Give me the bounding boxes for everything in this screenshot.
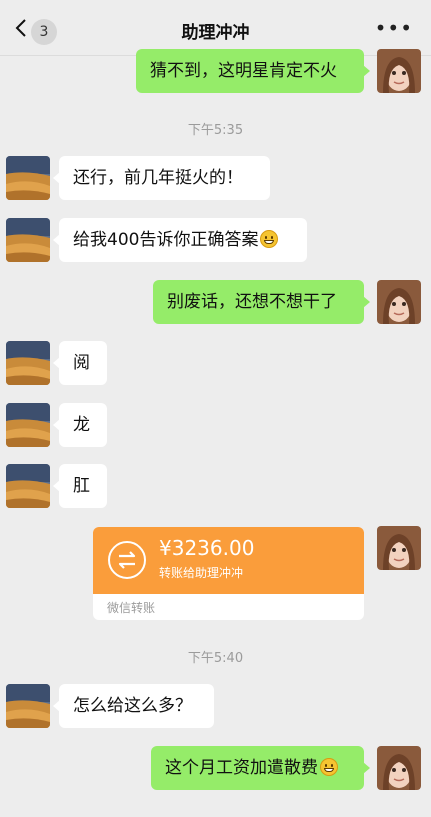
my-avatar[interactable] [377,526,421,570]
contact-avatar[interactable] [6,684,50,728]
message-text: 别废话，还想不想干了 [167,292,337,312]
contact-avatar[interactable] [6,403,50,447]
chat-title: 助理冲冲 [181,23,250,43]
grin-emoji-icon [260,230,279,248]
contact-avatar[interactable] [6,464,50,508]
message-text: 阅 [73,353,90,373]
message-bubble-received[interactable]: 还行，前几年挺火的！ [53,156,270,200]
contact-avatar[interactable] [6,218,50,262]
my-avatar[interactable] [377,746,421,790]
chat-header: 3 助理冲冲 ••• [0,0,431,56]
my-avatar[interactable] [377,280,421,324]
message-text: 给我400告诉你正确答案 [73,230,259,250]
money-transfer-card[interactable]: ¥3236.00 转账给助理冲冲 微信转账 [93,527,364,620]
message-bubble-sent[interactable]: 这个月工资加遣散费 [151,746,370,790]
message-text: 这个月工资加遣散费 [165,758,318,778]
message-bubble-received[interactable]: 给我400告诉你正确答案 [53,218,307,262]
message-text: 怎么给这么多？ [73,696,192,716]
transfer-footer: 微信转账 [107,601,156,615]
message-bubble-received[interactable]: 怎么给这么多？ [53,684,214,728]
transfer-note: 转账给助理冲冲 [159,566,244,580]
transfer-card-header: ¥3236.00 转账给助理冲冲 [93,527,364,594]
message-bubble-received[interactable]: 肛 [53,464,107,508]
contact-avatar[interactable] [6,341,50,385]
more-options-icon[interactable]: ••• [375,18,413,38]
message-text: 龙 [73,415,90,435]
message-bubble-sent[interactable]: 猜不到，这明星肯定不火 [136,49,370,93]
message-text: 还行，前几年挺火的！ [73,168,243,188]
message-bubble-received[interactable]: 阅 [53,341,107,385]
transfer-amount: ¥3236.00 [159,536,255,560]
contact-avatar[interactable] [6,156,50,200]
timestamp: 下午5:40 [187,651,244,666]
timestamp: 下午5:35 [187,123,244,138]
my-avatar[interactable] [377,49,421,93]
message-bubble-received[interactable]: 龙 [53,403,107,447]
message-bubble-sent[interactable]: 别废话，还想不想干了 [153,280,370,324]
cheeky-emoji-icon [320,758,338,776]
transfer-arrows-icon [108,541,146,579]
message-text: 肛 [73,476,90,496]
message-text: 猜不到，这明星肯定不火 [150,61,337,81]
